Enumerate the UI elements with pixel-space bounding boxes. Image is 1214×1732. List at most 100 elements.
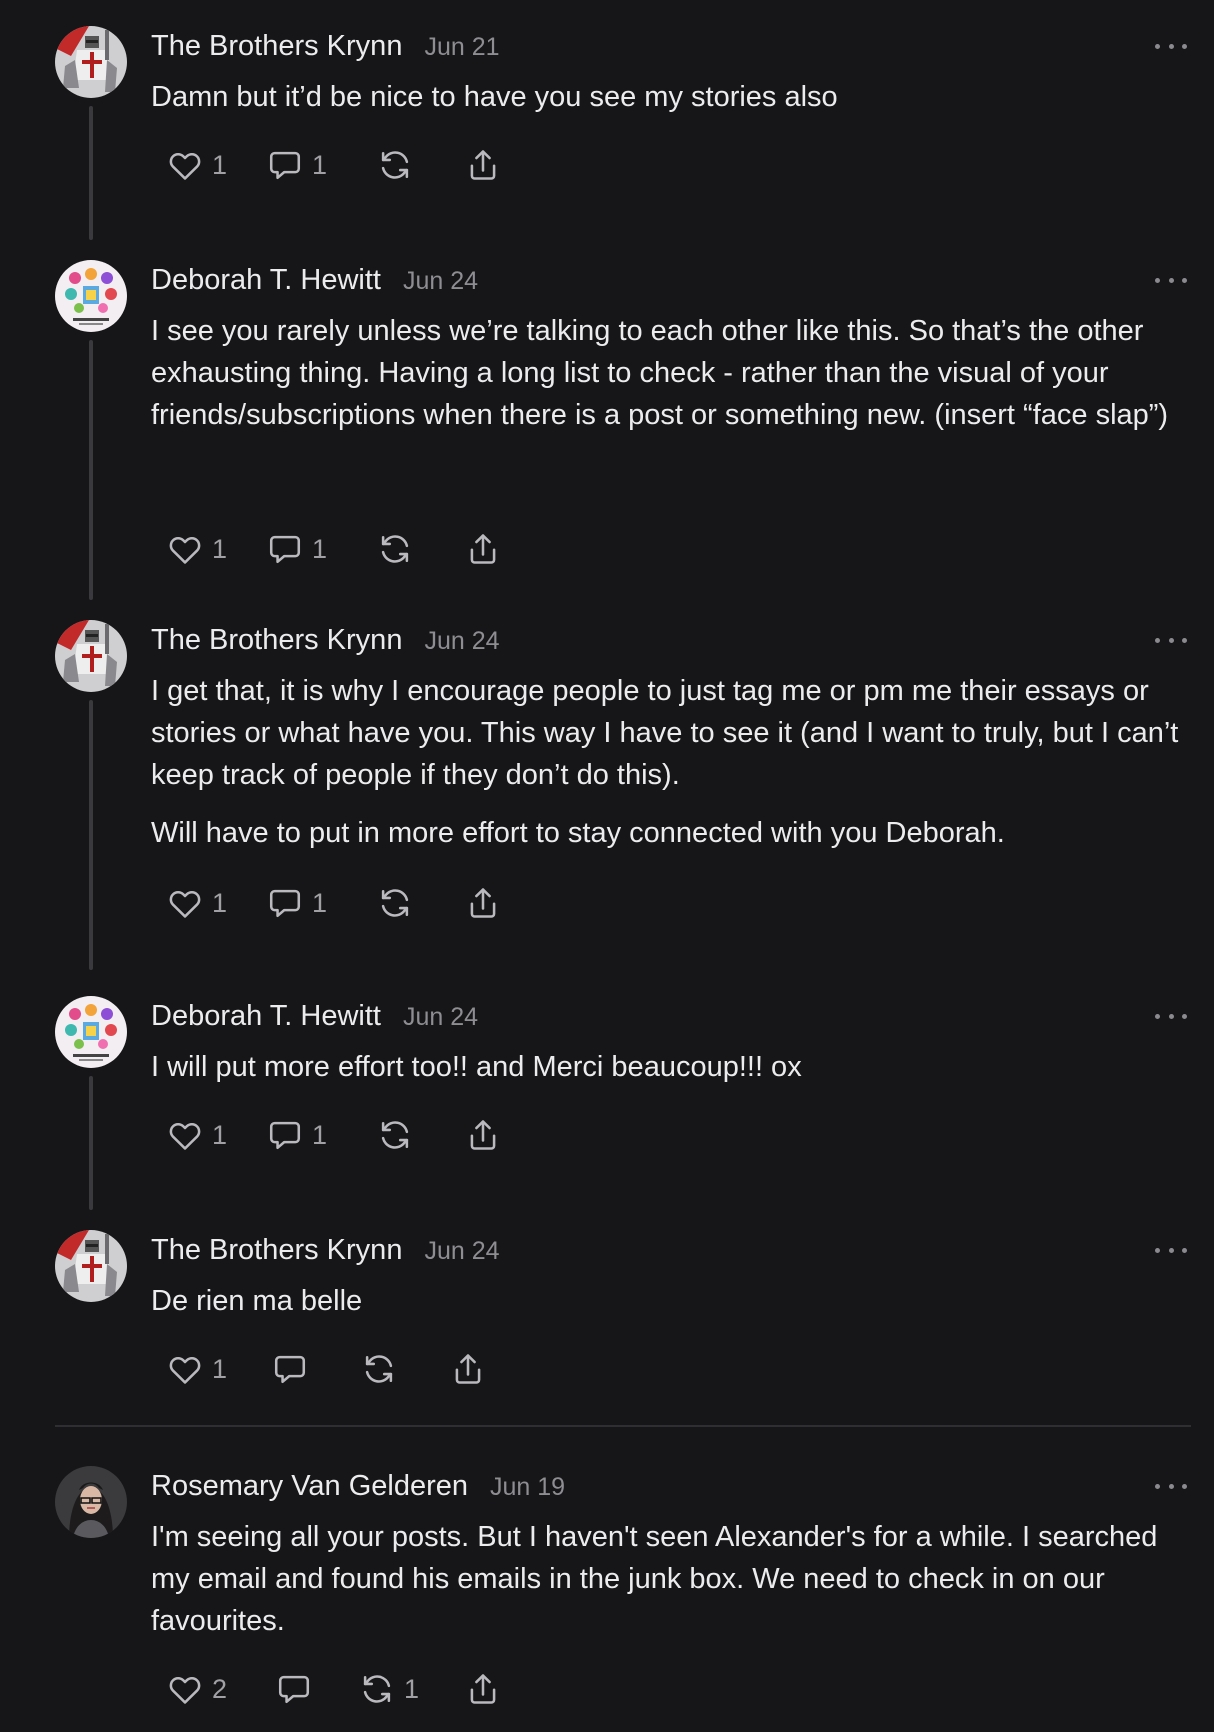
reply-button[interactable] — [275, 1666, 313, 1712]
comment-text: I will put more effort too!! and Merci b… — [151, 1051, 802, 1083]
restack-icon — [358, 1670, 396, 1708]
author-name[interactable]: Deborah T. Hewitt — [151, 1000, 381, 1033]
ellipsis-dot-icon — [1182, 637, 1187, 643]
restack-icon — [376, 1116, 414, 1154]
comment-date[interactable]: Jun 24 — [424, 1237, 499, 1266]
ellipsis-dot-icon — [1155, 637, 1160, 643]
reply-button[interactable] — [271, 1346, 309, 1392]
share-button[interactable] — [449, 1346, 487, 1392]
ellipsis-dot-icon — [1182, 277, 1187, 283]
author-avatar[interactable] — [55, 620, 127, 692]
ellipsis-dot-icon — [1155, 277, 1160, 283]
comment-date[interactable]: Jun 21 — [424, 33, 499, 62]
more-options-button[interactable] — [1154, 270, 1188, 290]
comment-actions: 11 — [0, 142, 1214, 188]
like-button[interactable]: 1 — [166, 526, 227, 572]
comment-date[interactable]: Jun 19 — [490, 1473, 565, 1502]
heart-icon — [166, 530, 204, 568]
author-avatar[interactable] — [55, 1230, 127, 1302]
restack-icon — [376, 530, 414, 568]
heart-icon — [166, 1670, 204, 1708]
comment-actions: 11 — [0, 1112, 1214, 1158]
ellipsis-dot-icon — [1182, 1013, 1187, 1019]
share-button[interactable] — [464, 1666, 502, 1712]
more-options-button[interactable] — [1154, 1240, 1188, 1260]
share-button[interactable] — [464, 142, 502, 188]
replie-count: 1 — [312, 533, 328, 564]
restack-icon — [360, 1350, 398, 1388]
reply-button[interactable]: 1 — [266, 526, 327, 572]
comment-text: Will have to put in more effort to stay … — [151, 817, 1005, 849]
author-avatar[interactable] — [55, 260, 127, 332]
reply-button[interactable]: 1 — [266, 880, 327, 926]
reply-button[interactable]: 1 — [266, 1112, 327, 1158]
more-options-button[interactable] — [1154, 36, 1188, 56]
replie-count: 1 — [312, 1119, 328, 1150]
comment-card: Deborah T. Hewitt Jun 24 I see you rarely … — [0, 234, 1214, 600]
like-button[interactable]: 1 — [166, 880, 227, 926]
comment-header: The Brothers Krynn Jun 21 — [151, 30, 500, 68]
heart-icon — [166, 146, 204, 184]
more-options-button[interactable] — [1154, 1006, 1188, 1026]
comment-body: I see you rarely unless we’re talking to… — [151, 310, 1191, 452]
ellipsis-dot-icon — [1182, 1483, 1187, 1489]
like-count: 1 — [212, 1353, 228, 1384]
like-button[interactable]: 1 — [166, 1346, 227, 1392]
restack-icon — [376, 146, 414, 184]
restack-button[interactable] — [376, 142, 414, 188]
more-options-button[interactable] — [1154, 630, 1188, 650]
comment-header: The Brothers Krynn Jun 24 — [151, 624, 500, 662]
author-name[interactable]: The Brothers Krynn — [151, 30, 402, 63]
author-avatar[interactable] — [55, 1466, 127, 1538]
comment-icon — [266, 1116, 304, 1154]
comment-thread: The Brothers Krynn Jun 21 Damn but it’d be… — [0, 0, 1214, 1732]
author-name[interactable]: The Brothers Krynn — [151, 624, 402, 657]
reply-button[interactable]: 1 — [266, 142, 327, 188]
comment-text: Damn but it’d be nice to have you see my… — [151, 81, 838, 113]
comment-date[interactable]: Jun 24 — [403, 1003, 478, 1032]
ellipsis-dot-icon — [1155, 1013, 1160, 1019]
comment-actions: 1 — [0, 1346, 1214, 1392]
share-button[interactable] — [464, 526, 502, 572]
ellipsis-dot-icon — [1182, 43, 1187, 49]
comment-card: The Brothers Krynn Jun 24 I get that, it i… — [0, 594, 1214, 970]
author-name[interactable]: Deborah T. Hewitt — [151, 264, 381, 297]
comment-body: De rien ma belle — [151, 1280, 1191, 1338]
share-icon — [449, 1350, 487, 1388]
comment-date[interactable]: Jun 24 — [424, 627, 499, 656]
more-options-button[interactable] — [1154, 1476, 1188, 1496]
share-button[interactable] — [464, 1112, 502, 1158]
ellipsis-dot-icon — [1168, 43, 1174, 49]
comment-date[interactable]: Jun 24 — [403, 267, 478, 296]
author-avatar[interactable] — [55, 26, 127, 98]
comment-card: The Brothers Krynn Jun 24 De rien ma belle… — [0, 1204, 1214, 1406]
share-icon — [464, 884, 502, 922]
comment-body: I'm seeing all your posts. But I haven't… — [151, 1516, 1191, 1658]
like-button[interactable]: 1 — [166, 142, 227, 188]
author-name[interactable]: The Brothers Krynn — [151, 1234, 402, 1267]
restack-button[interactable] — [376, 1112, 414, 1158]
restack-button[interactable] — [376, 880, 414, 926]
restack-button[interactable]: 1 — [358, 1666, 419, 1712]
restack-button[interactable] — [360, 1346, 398, 1392]
like-count: 1 — [212, 887, 228, 918]
comment-header: Deborah T. Hewitt Jun 24 — [151, 264, 478, 302]
comment-icon — [266, 146, 304, 184]
author-avatar[interactable] — [55, 996, 127, 1068]
comment-body: Damn but it’d be nice to have you see my… — [151, 76, 1191, 134]
restack-count: 1 — [404, 1673, 420, 1704]
ellipsis-dot-icon — [1168, 637, 1174, 643]
ellipsis-dot-icon — [1168, 1013, 1174, 1019]
thread-connector — [89, 700, 93, 970]
comment-text: I get that, it is why I encourage people… — [151, 675, 1187, 791]
like-button[interactable]: 1 — [166, 1112, 227, 1158]
author-name[interactable]: Rosemary Van Gelderen — [151, 1470, 468, 1503]
comment-header: The Brothers Krynn Jun 24 — [151, 1234, 500, 1272]
heart-icon — [166, 1350, 204, 1388]
ellipsis-dot-icon — [1155, 43, 1160, 49]
heart-icon — [166, 884, 204, 922]
restack-button[interactable] — [376, 526, 414, 572]
share-button[interactable] — [464, 880, 502, 926]
like-button[interactable]: 2 — [166, 1666, 227, 1712]
share-icon — [464, 1116, 502, 1154]
